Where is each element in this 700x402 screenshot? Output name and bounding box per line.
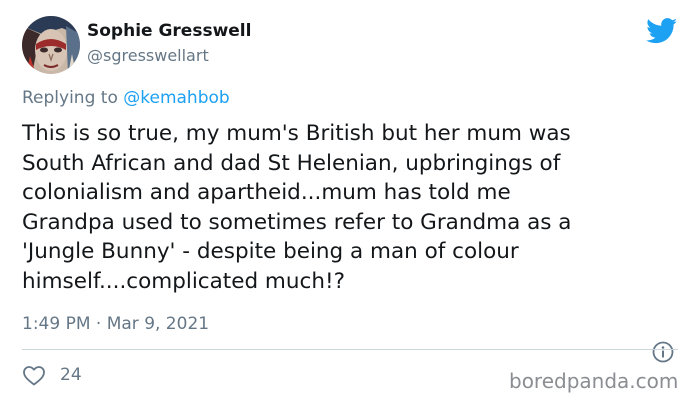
twitter-bird-icon[interactable] <box>646 18 678 44</box>
replying-to-handle-link[interactable]: @kemahbob <box>123 88 229 108</box>
avatar-painting-image <box>22 16 80 74</box>
like-count: 24 <box>60 365 82 385</box>
tweet-timestamp[interactable]: 1:49 PM · Mar 9, 2021 <box>22 314 209 334</box>
avatar[interactable] <box>22 16 80 74</box>
replying-to-line: Replying to @kemahbob <box>22 88 230 108</box>
tweet-text: This is so true, my mum's British but he… <box>22 121 572 294</box>
display-name[interactable]: Sophie Gresswell <box>87 21 251 41</box>
watermark-text: boredpanda.com <box>509 369 679 393</box>
replying-to-prefix: Replying to <box>22 88 124 108</box>
info-icon[interactable] <box>651 340 675 364</box>
heart-icon[interactable] <box>22 364 46 386</box>
divider <box>22 349 678 350</box>
user-handle[interactable]: @sgresswellart <box>87 46 209 65</box>
